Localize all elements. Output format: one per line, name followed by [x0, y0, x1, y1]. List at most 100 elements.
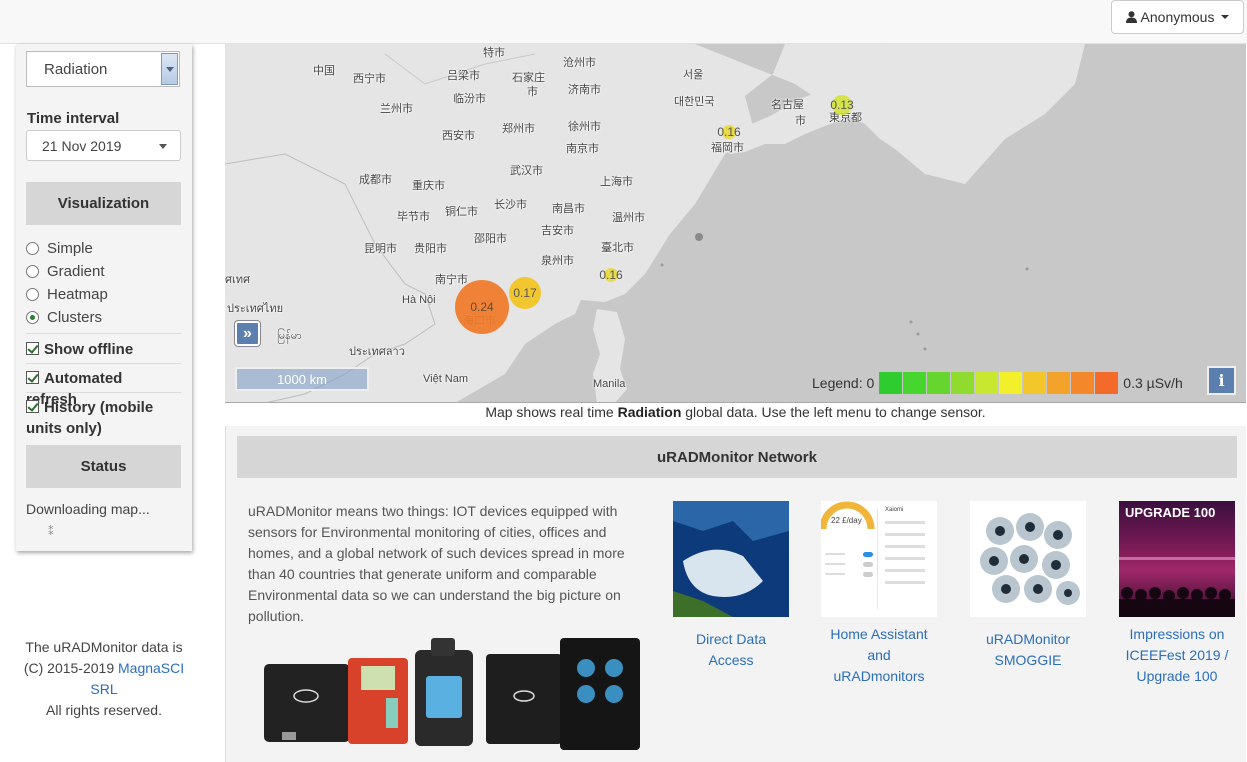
devices-photo [248, 636, 640, 752]
viz-option-simple[interactable]: Simple [26, 240, 93, 257]
city-label: ประเทศลาว [349, 346, 405, 358]
copyright-line: All rights reserved. [46, 702, 162, 718]
city-label: 南京市 [566, 143, 599, 155]
cluster-marker[interactable]: 0.13 [830, 95, 854, 115]
show-offline-checkbox[interactable]: Show offline [26, 339, 176, 360]
loading-spinner-icon: ⁑ [48, 526, 54, 538]
cluster-value: 0.13 [830, 98, 854, 112]
cluster-marker[interactable]: 0.24 [455, 280, 509, 334]
legend-swatch [1071, 372, 1095, 394]
radio-button[interactable] [26, 242, 39, 255]
tile-smoggie[interactable]: uRADMonitor SMOGGIE [970, 501, 1086, 671]
city-label: 西安市 [442, 130, 475, 142]
city-label: 毕节市 [397, 211, 430, 223]
viz-option-gradient[interactable]: Gradient [26, 263, 105, 280]
map-scale-bar: 1000 km [235, 367, 369, 391]
city-label: 贵阳市 [414, 243, 447, 255]
city-label: 市 [795, 115, 806, 127]
date-select[interactable]: 21 Nov 2019 [26, 130, 181, 161]
tile-title[interactable]: Impressions on ICEEFest 2019 / Upgrade 1… [1119, 624, 1235, 687]
radiation-map[interactable]: 中国 西宁市 吕梁市 石家庄 市 沧州市 济南市 兰州市 临汾市 西安市 郑州市… [225, 44, 1246, 403]
sensor-select-value: Radiation [44, 61, 108, 78]
checkbox-checked[interactable] [26, 400, 39, 413]
radio-button[interactable] [26, 265, 39, 278]
viz-option-label: Clusters [47, 309, 103, 326]
city-label: 临汾市 [453, 93, 486, 105]
city-label: Hà Nội [402, 294, 436, 306]
top-navbar: Anonymous [0, 0, 1247, 44]
checkbox-checked[interactable] [26, 371, 39, 384]
city-label: 泉州市 [541, 255, 574, 267]
legend-swatch [951, 372, 975, 394]
cluster-value: 0.17 [513, 286, 537, 300]
radio-button-selected[interactable] [26, 311, 39, 324]
control-sidebar: Radiation Time interval 21 Nov 2019 Visu… [16, 44, 192, 551]
legend-swatch [1023, 372, 1047, 394]
dashboard-value: 22 £/day [831, 516, 862, 525]
tile-title[interactable]: uRADMonitor SMOGGIE [970, 629, 1086, 671]
cluster-marker[interactable]: 0.17 [509, 277, 541, 309]
double-chevron-right-icon: » [243, 324, 252, 342]
cluster-marker[interactable]: 0.16 [599, 268, 623, 282]
user-menu-button[interactable]: Anonymous [1111, 0, 1244, 34]
city-label: 铜仁市 [445, 206, 478, 218]
viz-option-label: Simple [47, 240, 93, 257]
cluster-value: 0.16 [599, 268, 623, 282]
caption-prefix: Map shows real time [485, 404, 618, 420]
city-label: 武汉市 [510, 165, 543, 177]
user-menu-label: Anonymous [1140, 9, 1215, 25]
legend-min-label: Legend: 0 [812, 375, 875, 391]
city-label: 徐州市 [568, 121, 601, 133]
info-button[interactable]: i [1207, 366, 1236, 395]
city-label: 南宁市 [435, 274, 468, 286]
tile-title[interactable]: Home Assistant and uRADmonitors [821, 624, 937, 687]
viz-option-clusters[interactable]: Clusters [26, 309, 102, 326]
tile-iceefest[interactable]: UPGRADE 100 Impressions on ICEEFest 2019… [1119, 501, 1235, 687]
history-label: History (mobile units only) [26, 399, 154, 437]
city-label: 대한민국 [674, 96, 715, 108]
caret-down-icon [159, 144, 167, 149]
cluster-value: 0.16 [717, 125, 741, 139]
scale-label: 1000 km [277, 371, 327, 387]
status-text: Downloading map... [26, 501, 150, 517]
legend-swatch [1047, 372, 1071, 394]
city-label: 南昌市 [552, 203, 585, 215]
city-label: 成都市 [359, 174, 392, 186]
history-checkbox[interactable]: History (mobile units only) [26, 397, 176, 439]
copyright-line: (C) 2015-2019 MagnaSCI SRL [16, 658, 192, 700]
checkbox-checked[interactable] [26, 342, 39, 355]
tile-title[interactable]: Direct Data Access [673, 629, 789, 671]
iceefest-thumbnail: UPGRADE 100 [1119, 501, 1235, 617]
expand-sidebar-button[interactable]: » [235, 321, 260, 346]
viz-option-heatmap[interactable]: Heatmap [26, 286, 108, 303]
crowd-graphic [1119, 557, 1235, 617]
city-label: 吉安市 [541, 225, 574, 237]
legend-swatch [1095, 372, 1119, 394]
cluster-marker[interactable]: 0.16 [717, 125, 741, 139]
date-select-value: 21 Nov 2019 [42, 138, 122, 154]
city-label: 上海市 [600, 176, 633, 188]
city-label: 吕梁市 [447, 70, 480, 82]
radio-button[interactable] [26, 288, 39, 301]
city-label: 特市 [483, 47, 505, 59]
city-label: 济南市 [568, 84, 601, 96]
dashboard-title: Xaiomi [885, 507, 904, 513]
legend-swatch [927, 372, 951, 394]
caption-sensor: Radiation [617, 404, 682, 420]
user-icon [1125, 11, 1137, 23]
city-label: 中国 [313, 65, 335, 77]
copyright-notice: The uRADMonitor data is (C) 2015-2019 Ma… [16, 637, 192, 721]
tile-home-assistant[interactable]: 22 £/day Xaiomi Home Assistant and uRADm… [821, 501, 937, 687]
city-label: 温州市 [612, 212, 645, 224]
legend-max-label: 0.3 µSv/h [1123, 375, 1183, 391]
sensor-select[interactable]: Radiation [26, 51, 180, 87]
tile-direct-data-access[interactable]: Direct Data Access [673, 501, 789, 671]
dropdown-arrow-icon[interactable] [161, 53, 178, 85]
city-label: 名古屋 [771, 99, 804, 111]
map-caption: Map shows real time Radiation global dat… [225, 404, 1246, 420]
viz-option-label: Heatmap [47, 286, 108, 303]
city-label: 서울 [683, 69, 704, 81]
visualization-header: Visualization [26, 182, 181, 225]
status-header: Status [26, 445, 181, 488]
time-interval-label: Time interval [27, 110, 120, 127]
